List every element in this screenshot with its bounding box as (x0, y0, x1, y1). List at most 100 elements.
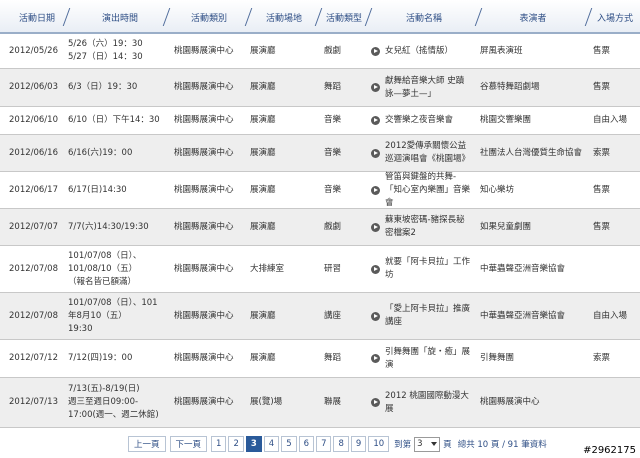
event-date-text: 2012/06/16 (9, 147, 58, 158)
event-name-link[interactable]: 女兒紅（搖情版） (385, 45, 453, 58)
prev-page-button[interactable]: 上一頁 (128, 436, 166, 452)
arrow-right-icon (371, 311, 380, 321)
event-org-text: 桃園縣展演中心 (174, 45, 234, 56)
table-header: 活動日期 演出時間 活動類別 活動場地 活動類型 活動名稱 表演者 入場方式 (0, 0, 640, 34)
event-name[interactable]: 獻舞給音樂大師 史蹟詠—夢土—」 (371, 69, 471, 106)
event-performer: 引舞舞團 (480, 340, 585, 377)
event-type: 聯展 (324, 378, 364, 427)
event-name-link[interactable]: 就要「阿卡貝拉」工作坊 (385, 256, 471, 282)
table-row: 2012/05/26 5/26（六）19：30 5/27（日）14：30 桃園縣展演… (0, 34, 640, 69)
event-name-link[interactable]: 2012 桃園國際動漫大展 (385, 390, 471, 416)
event-performer: 桃園縣展演中心 (480, 378, 585, 427)
page-button-9[interactable]: 9 (350, 436, 367, 452)
page-button-1[interactable]: 1 (211, 436, 227, 452)
event-performer-text: 引舞舞團 (480, 353, 515, 363)
event-name-link[interactable]: 「愛上阿卡貝拉」推廣講座 (385, 303, 471, 329)
page-button-5[interactable]: 5 (281, 436, 297, 452)
event-venue: 展(覽)場 (250, 378, 318, 427)
header-venue: 活動場地 (265, 13, 302, 24)
event-entry-text: 售票 (593, 45, 611, 56)
event-name[interactable]: 就要「阿卡貝拉」工作坊 (371, 246, 471, 292)
event-time-text: 6/10（日）下午14：30 (68, 115, 160, 125)
event-date: 2012/07/13 (9, 378, 69, 427)
arrow-right-icon (371, 264, 380, 274)
event-type-text: 音樂 (324, 147, 342, 158)
event-name[interactable]: 引舞舞團「旋・癒」展演 (371, 340, 471, 377)
event-type: 戲劇 (324, 209, 364, 245)
event-venue-text: 展演廳 (250, 115, 276, 125)
event-date-text: 2012/07/13 (9, 397, 58, 407)
event-date: 2012/07/08 (9, 293, 69, 339)
event-name[interactable]: 「愛上阿卡貝拉」推廣講座 (371, 293, 471, 339)
event-org-text: 桃園縣展演中心 (174, 310, 234, 321)
page-select[interactable]: 3 (414, 436, 441, 452)
event-name[interactable]: 2012愛傳承關懷公益巡迴演唱會《桃園場》 (371, 135, 471, 171)
event-venue-text: 大排練室 (250, 263, 285, 274)
event-name-link[interactable]: 管笛與鍵盤的共舞-「知心室內樂團」音樂會 (385, 171, 471, 210)
event-name[interactable]: 2012 桃園國際動漫大展 (371, 378, 471, 427)
event-org: 桃園縣展演中心 (174, 135, 244, 171)
event-org-text: 桃園縣展演中心 (174, 353, 234, 363)
event-type-text: 音樂 (324, 184, 342, 195)
event-venue-text: 展演廳 (250, 45, 276, 56)
event-time-text: 7/7(六)14:30/19:30 (68, 221, 149, 232)
event-venue-text: 展演廳 (250, 310, 276, 321)
event-date-text: 2012/07/12 (9, 353, 58, 363)
event-type-text: 講座 (324, 310, 342, 321)
event-date: 2012/06/16 (9, 135, 69, 171)
next-page-button[interactable]: 下一頁 (169, 436, 208, 452)
event-time: 6/3（日）19：30 (68, 69, 166, 106)
event-venue-text: 展演廳 (250, 82, 276, 92)
page-button-2[interactable]: 2 (228, 436, 244, 452)
event-entry-text: 自由入場 (593, 310, 628, 321)
event-org-text: 桃園縣展演中心 (174, 147, 234, 158)
page-button-7[interactable]: 7 (316, 436, 332, 452)
arrow-right-icon (371, 354, 380, 363)
event-type-text: 戲劇 (324, 45, 342, 56)
arrow-right-icon (371, 398, 380, 407)
event-type-text: 聯展 (324, 397, 342, 407)
event-type: 戲劇 (324, 34, 364, 68)
arrow-right-icon (371, 46, 380, 56)
event-org: 桃園縣展演中心 (174, 293, 244, 339)
event-entry: 索票 (593, 340, 638, 377)
event-time: 6/10（日）下午14：30 (68, 107, 166, 134)
event-performer-text: 屏風表演班 (480, 45, 523, 56)
event-type: 舞蹈 (324, 69, 364, 106)
event-entry: 自由入場 (593, 293, 638, 339)
arrow-right-icon (371, 83, 380, 92)
event-date: 2012/07/12 (9, 340, 69, 377)
event-name-link[interactable]: 交響樂之夜音樂會 (385, 114, 453, 127)
event-entry-text: 售票 (593, 184, 611, 195)
event-type-text: 戲劇 (324, 221, 342, 232)
event-performer: 谷慕特舞蹈劇場 (480, 69, 585, 106)
page-number-list: 1 2 3 4 5 6 7 8 9 10 (211, 436, 391, 452)
event-name[interactable]: 管笛與鍵盤的共舞-「知心室內樂團」音樂會 (371, 172, 471, 208)
event-venue: 展演廳 (250, 172, 318, 208)
page-button-10[interactable]: 10 (368, 436, 390, 452)
event-time: 5/26（六）19：30 5/27（日）14：30 (68, 34, 166, 68)
page-button-8[interactable]: 8 (333, 436, 349, 452)
event-date: 2012/07/07 (9, 209, 69, 245)
event-name-link[interactable]: 獻舞給音樂大師 史蹟詠—夢土—」 (385, 75, 471, 101)
event-time: 7/13(五)-8/19(日) 週三至週日09:00-17:00(週一、週二休館… (68, 378, 166, 427)
event-entry: 售票 (593, 172, 638, 208)
event-name[interactable]: 女兒紅（搖情版） (371, 34, 471, 68)
event-name-link[interactable]: 2012愛傳承關懷公益巡迴演唱會《桃園場》 (385, 140, 471, 166)
event-date-text: 2012/06/17 (9, 184, 58, 195)
event-name[interactable]: 交響樂之夜音樂會 (371, 107, 471, 134)
event-name[interactable]: 蘇東坡密碼-豬探長秘密檔案2 (371, 209, 471, 245)
event-entry: 售票 (593, 209, 638, 245)
event-name-link[interactable]: 引舞舞團「旋・癒」展演 (385, 346, 471, 372)
event-name-link[interactable]: 蘇東坡密碼-豬探長秘密檔案2 (385, 214, 471, 240)
event-performer-text: 如果兒童劇團 (480, 221, 532, 232)
page-button-4[interactable]: 4 (263, 436, 280, 452)
page-button-6[interactable]: 6 (298, 436, 315, 452)
event-entry-text: 索票 (593, 353, 611, 363)
event-date: 2012/05/26 (9, 34, 69, 68)
page-button-3[interactable]: 3 (245, 436, 262, 452)
event-performer: 知心樂坊 (480, 172, 585, 208)
event-performer: 社團法人台灣優質生命協會 (480, 135, 585, 171)
event-date-text: 2012/06/10 (9, 115, 58, 125)
event-venue-text: 展演廳 (250, 184, 276, 195)
